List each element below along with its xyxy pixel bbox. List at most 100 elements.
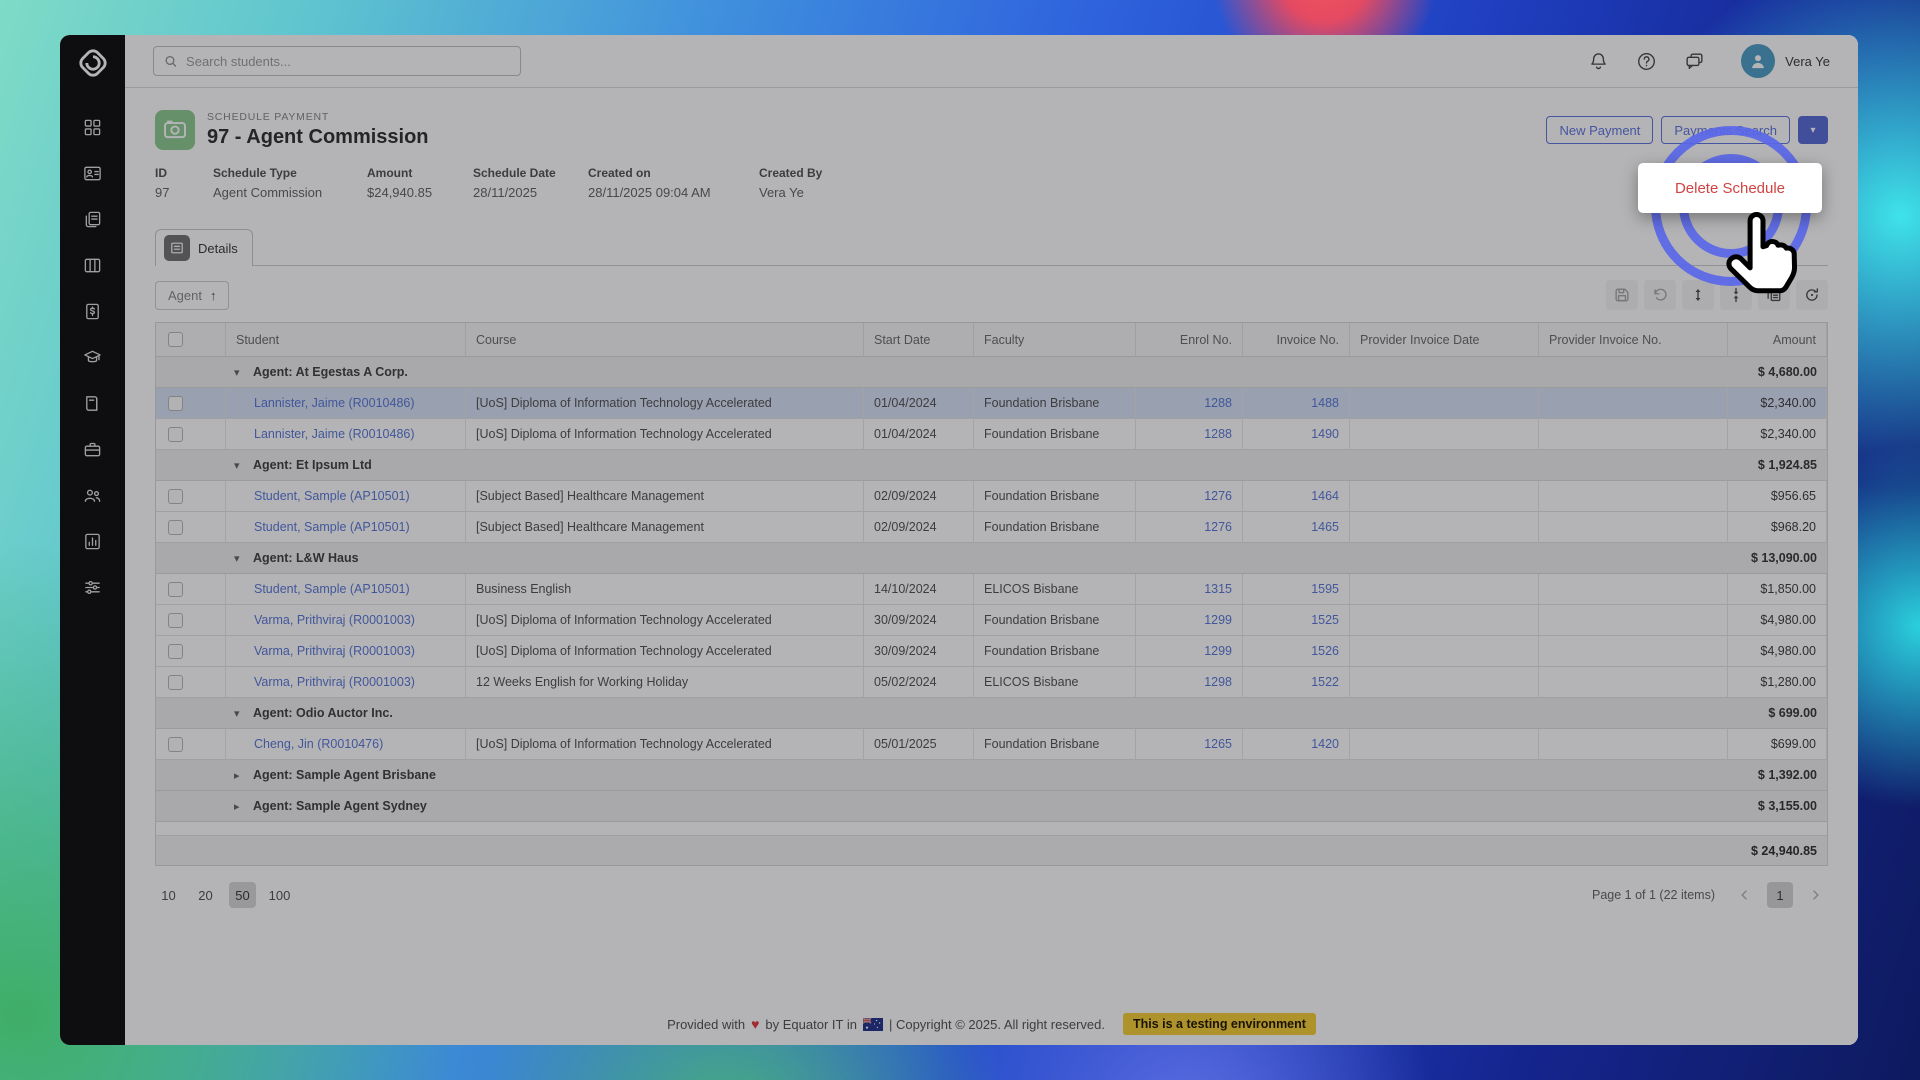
- student-link[interactable]: Student, Sample (AP10501): [254, 489, 410, 503]
- invoice-no-link[interactable]: 1465: [1311, 520, 1339, 534]
- column-header-amount[interactable]: Amount: [1728, 323, 1827, 357]
- invoice-no-link[interactable]: 1526: [1311, 644, 1339, 658]
- cell-student: Varma, Prithviraj (R0001003): [226, 667, 466, 698]
- cell-student: Lannister, Jaime (R0010486): [226, 388, 466, 419]
- sidebar-item-dashboard[interactable]: [75, 117, 111, 137]
- group-row: ▾Agent: L&W Haus$ 13,090.00: [156, 543, 1827, 574]
- person-icon: [1748, 51, 1768, 71]
- enrol-no-link[interactable]: 1299: [1204, 644, 1232, 658]
- sidebar-item-documents[interactable]: [75, 209, 111, 229]
- select-all-checkbox[interactable]: [168, 332, 183, 347]
- help-icon[interactable]: [1635, 50, 1657, 72]
- student-link[interactable]: Lannister, Jaime (R0010486): [254, 396, 415, 410]
- enrol-no-link[interactable]: 1298: [1204, 675, 1232, 689]
- row-checkbox[interactable]: [168, 582, 183, 597]
- column-header-start-date[interactable]: Start Date: [864, 323, 974, 357]
- column-header-provider-invoice-date[interactable]: Provider Invoice Date: [1350, 323, 1539, 357]
- sidebar-item-jobs[interactable]: [75, 439, 111, 459]
- student-link[interactable]: Lannister, Jaime (R0010486): [254, 427, 415, 441]
- sort-asc-icon: ↑: [210, 288, 217, 303]
- more-actions-dropdown-button[interactable]: ▾: [1798, 116, 1828, 144]
- student-link[interactable]: Student, Sample (AP10501): [254, 582, 410, 596]
- sidebar-item-reports[interactable]: [75, 531, 111, 551]
- column-header-course[interactable]: Course: [466, 323, 864, 357]
- row-checkbox[interactable]: [168, 520, 183, 535]
- sidebar-item-courses[interactable]: [75, 347, 111, 367]
- column-header-provider-invoice-no-[interactable]: Provider Invoice No.: [1539, 323, 1728, 357]
- new-payment-button[interactable]: New Payment: [1546, 116, 1653, 144]
- sidebar-item-library[interactable]: [75, 393, 111, 413]
- row-checkbox[interactable]: [168, 644, 183, 659]
- expand-group-icon[interactable]: ▸: [234, 800, 244, 813]
- enrol-no-link[interactable]: 1288: [1204, 396, 1232, 410]
- collapse-group-icon[interactable]: ▾: [234, 366, 244, 379]
- enrol-no-link[interactable]: 1276: [1204, 489, 1232, 503]
- student-link[interactable]: Cheng, Jin (R0010476): [254, 737, 383, 751]
- invoice-no-link[interactable]: 1522: [1311, 675, 1339, 689]
- sidebar-item-students[interactable]: [75, 163, 111, 183]
- student-link[interactable]: Varma, Prithviraj (R0001003): [254, 675, 415, 689]
- search-input[interactable]: [186, 54, 510, 69]
- search-box[interactable]: [153, 46, 521, 76]
- invoice-no-link[interactable]: 1595: [1311, 582, 1339, 596]
- page-number-button[interactable]: 1: [1767, 882, 1793, 908]
- enrol-no-link[interactable]: 1276: [1204, 520, 1232, 534]
- enrol-no-link[interactable]: 1315: [1204, 582, 1232, 596]
- cell-course: [Subject Based] Healthcare Management: [466, 481, 864, 512]
- collapse-group-icon[interactable]: ▾: [234, 707, 244, 720]
- student-link[interactable]: Varma, Prithviraj (R0001003): [254, 644, 415, 658]
- invoice-no-link[interactable]: 1490: [1311, 427, 1339, 441]
- prev-page-button[interactable]: [1732, 882, 1758, 908]
- expand-button[interactable]: [1682, 280, 1714, 310]
- student-link[interactable]: Varma, Prithviraj (R0001003): [254, 613, 415, 627]
- column-header-enrol-no-[interactable]: Enrol No.: [1136, 323, 1243, 357]
- app-logo[interactable]: [60, 35, 125, 91]
- column-header-invoice-no-[interactable]: Invoice No.: [1243, 323, 1350, 357]
- messages-icon[interactable]: [1683, 50, 1705, 72]
- collapse-group-icon[interactable]: ▾: [234, 459, 244, 472]
- expand-group-icon[interactable]: ▸: [234, 769, 244, 782]
- refresh-button[interactable]: [1796, 280, 1828, 310]
- row-checkbox[interactable]: [168, 675, 183, 690]
- table-row: Varma, Prithviraj (R0001003)12 Weeks Eng…: [156, 667, 1827, 698]
- collapse-button[interactable]: [1720, 280, 1752, 310]
- page-size-100[interactable]: 100: [266, 882, 293, 908]
- enrol-no-link[interactable]: 1288: [1204, 427, 1232, 441]
- invoice-no-link[interactable]: 1488: [1311, 396, 1339, 410]
- collapse-group-icon[interactable]: ▾: [234, 552, 244, 565]
- page-size-20[interactable]: 20: [192, 882, 219, 908]
- bell-icon[interactable]: [1587, 50, 1609, 72]
- testing-environment-badge: This is a testing environment: [1123, 1013, 1316, 1035]
- desktop-wallpaper: { "app": { "user": "Vera Ye" }, "topbar"…: [0, 0, 1920, 1080]
- page-size-50[interactable]: 50: [229, 882, 256, 908]
- column-header-student[interactable]: Student: [226, 323, 466, 357]
- row-checkbox[interactable]: [168, 489, 183, 504]
- row-checkbox[interactable]: [168, 396, 183, 411]
- row-checkbox[interactable]: [168, 427, 183, 442]
- column-header-faculty[interactable]: Faculty: [974, 323, 1136, 357]
- row-checkbox[interactable]: [168, 613, 183, 628]
- student-link[interactable]: Student, Sample (AP10501): [254, 520, 410, 534]
- page-size-10[interactable]: 10: [155, 882, 182, 908]
- cell-start-date: 02/09/2024: [864, 481, 974, 512]
- user-menu[interactable]: Vera Ye: [1741, 44, 1830, 78]
- sidebar-item-invoices[interactable]: [75, 301, 111, 321]
- invoice-no-link[interactable]: 1420: [1311, 737, 1339, 751]
- enrol-no-link[interactable]: 1265: [1204, 737, 1232, 751]
- invoice-no-link[interactable]: 1525: [1311, 613, 1339, 627]
- column-header-select[interactable]: [156, 323, 226, 357]
- sidebar-item-settings[interactable]: [75, 577, 111, 597]
- cell-enrol-no: 1299: [1136, 605, 1243, 636]
- copy-button[interactable]: [1758, 280, 1790, 310]
- next-page-button[interactable]: [1802, 882, 1828, 908]
- row-checkbox[interactable]: [168, 737, 183, 752]
- tab-details[interactable]: Details: [155, 229, 253, 266]
- group-chip-agent[interactable]: Agent ↑: [155, 281, 229, 310]
- details-tab-icon: [164, 235, 190, 261]
- enrol-no-link[interactable]: 1299: [1204, 613, 1232, 627]
- sidebar-item-agents[interactable]: [75, 485, 111, 505]
- sidebar-item-boards[interactable]: [75, 255, 111, 275]
- invoice-no-link[interactable]: 1464: [1311, 489, 1339, 503]
- delete-schedule-menu-item[interactable]: Delete Schedule: [1638, 163, 1822, 213]
- payments-search-button[interactable]: Payments Search: [1661, 116, 1790, 144]
